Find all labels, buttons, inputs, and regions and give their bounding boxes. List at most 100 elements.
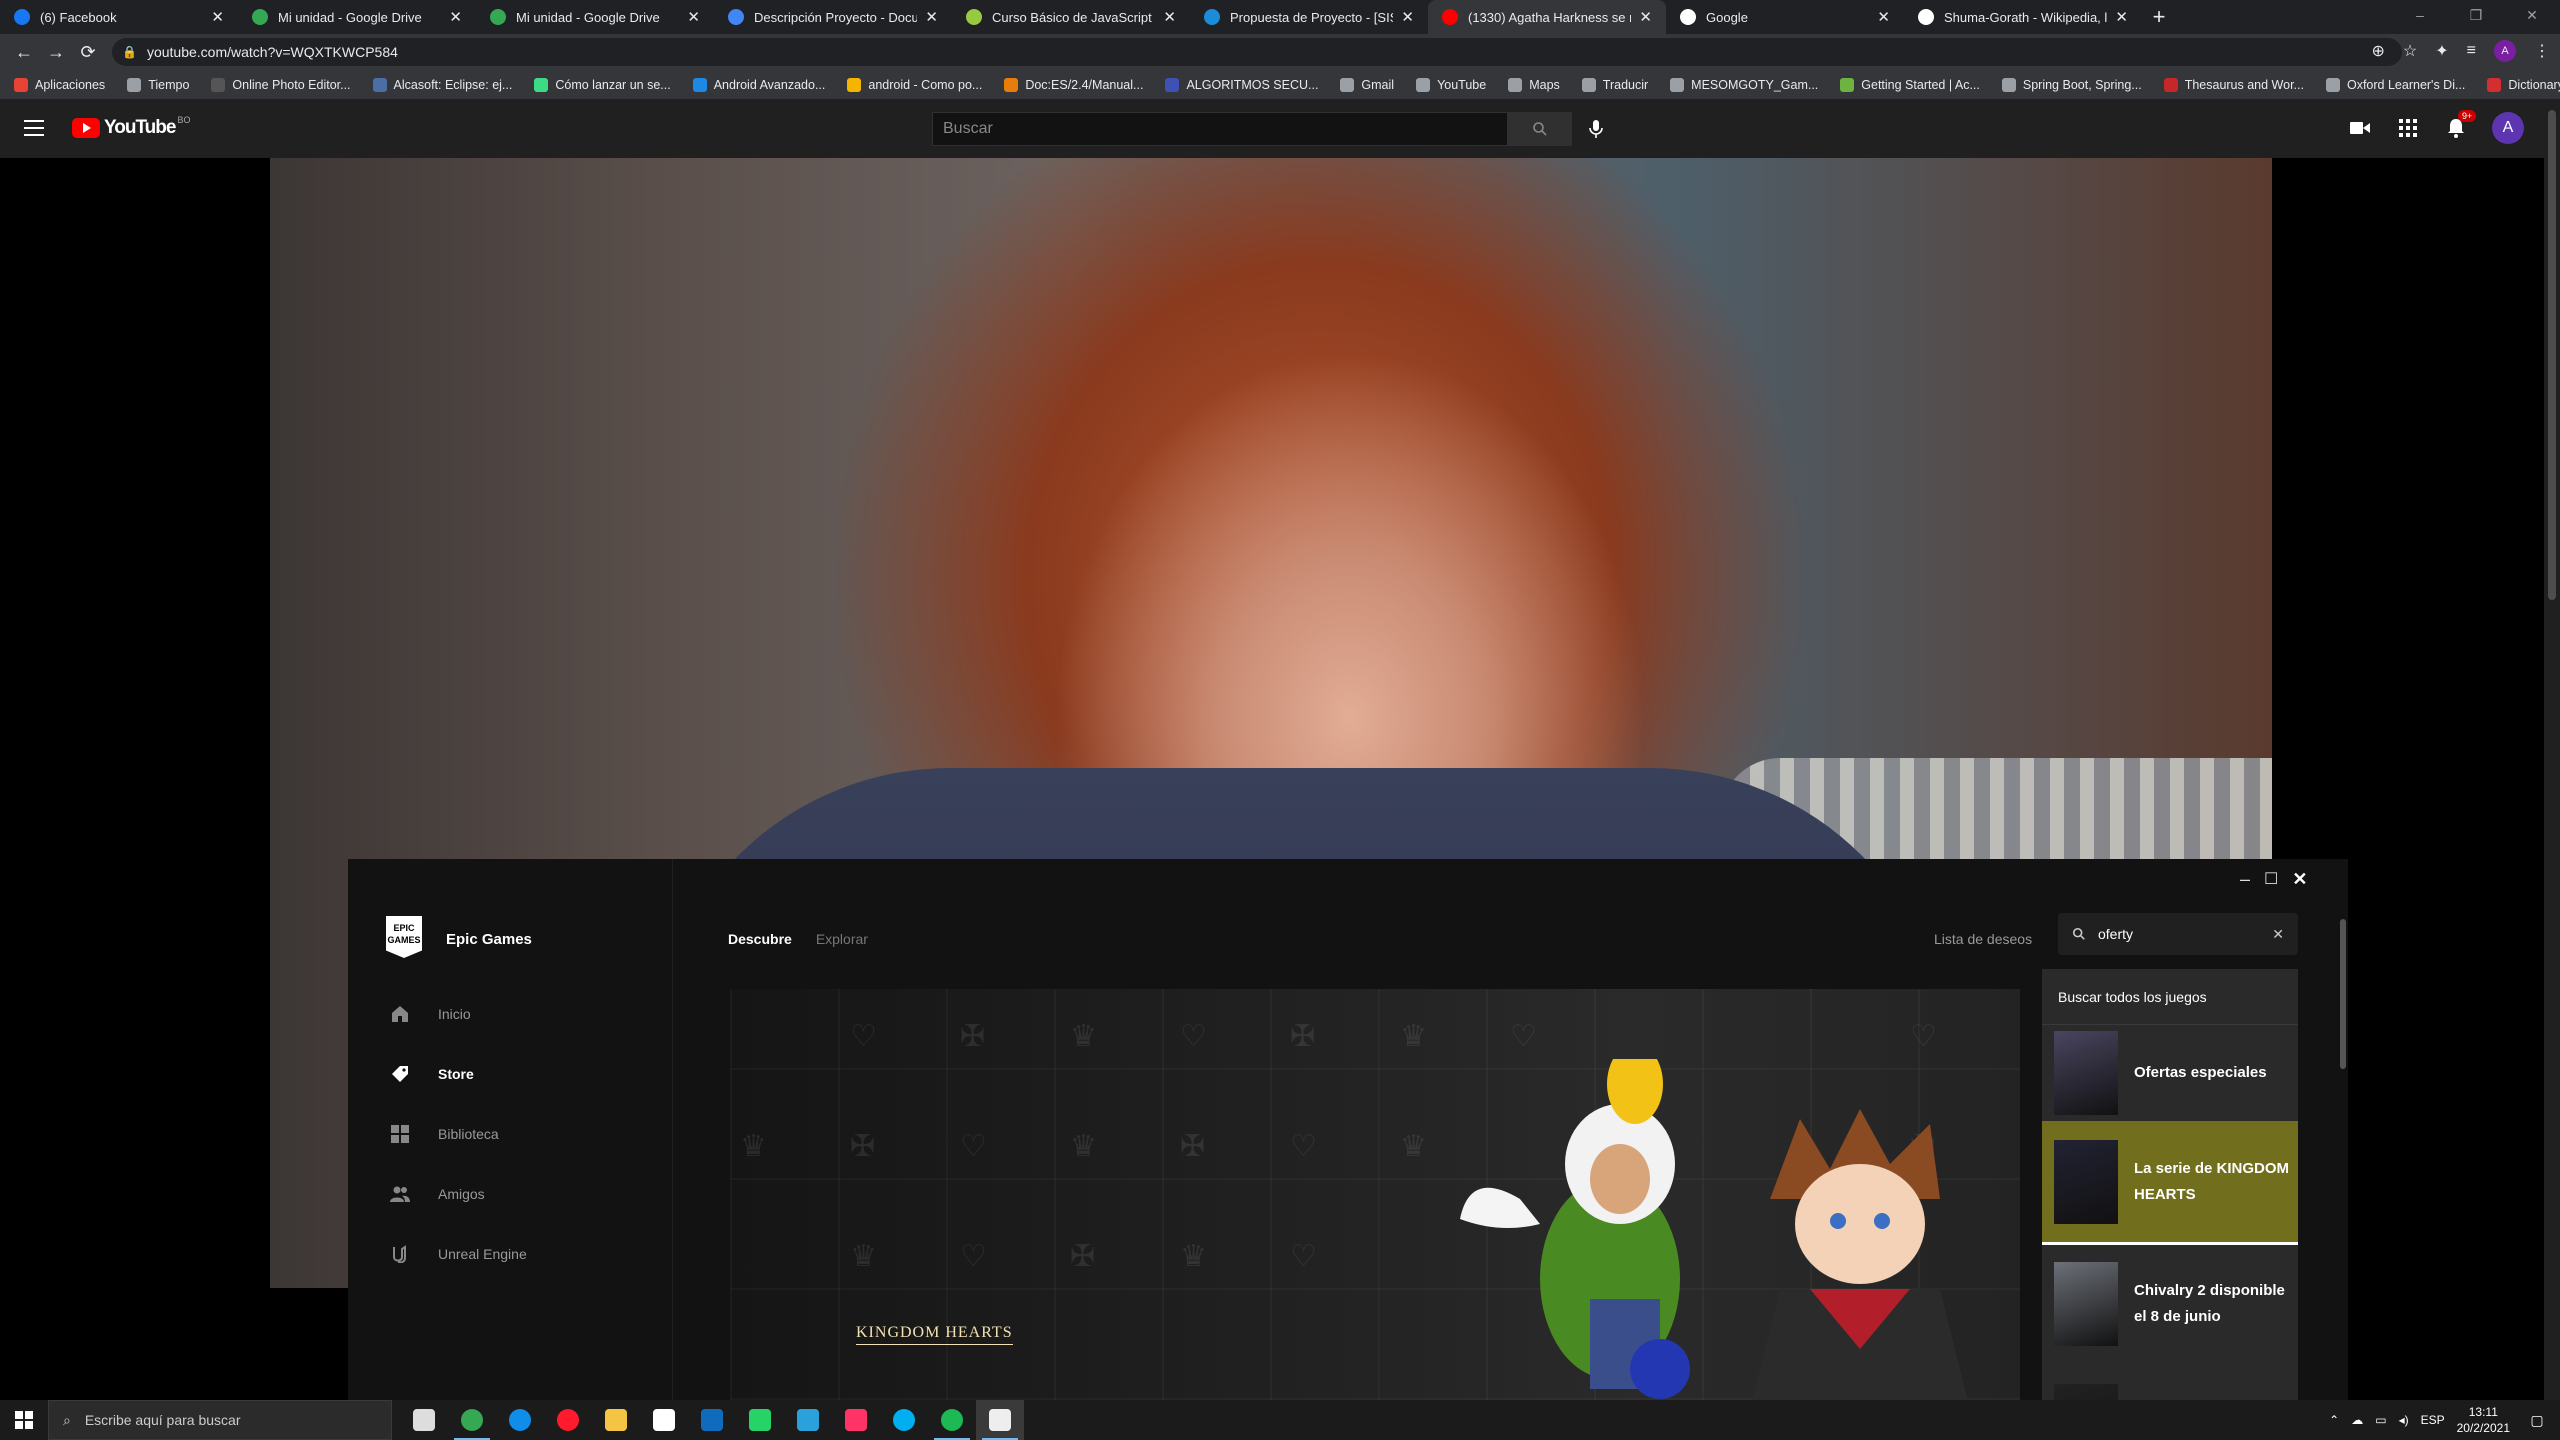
bookmark-item[interactable]: Alcasoft: Eclipse: ej... xyxy=(372,77,512,92)
reload-icon[interactable]: ⟳ xyxy=(72,42,104,63)
create-video-icon[interactable] xyxy=(2348,116,2372,140)
close-tab-icon[interactable]: ✕ xyxy=(1877,8,1890,26)
browser-tab[interactable]: (1330) Agatha Harkness se re ✕ xyxy=(1428,0,1666,34)
browser-tab[interactable]: Google ✕ xyxy=(1666,0,1904,34)
epic-nav-inicio[interactable]: Inicio xyxy=(390,1004,471,1024)
close-tab-icon[interactable]: ✕ xyxy=(925,8,938,26)
media-control-icon[interactable]: ≡ xyxy=(2467,42,2476,60)
bookmark-item[interactable]: Doc:ES/2.4/Manual... xyxy=(1004,77,1143,92)
epic-nav-amigos[interactable]: Amigos xyxy=(390,1184,485,1204)
browser-tab[interactable]: Mi unidad - Google Drive ✕ xyxy=(238,0,476,34)
language-indicator[interactable]: ESP xyxy=(2421,1413,2445,1427)
taskbar-app-opera[interactable] xyxy=(544,1400,592,1440)
apps-grid-icon[interactable] xyxy=(2396,116,2420,140)
wishlist-link[interactable]: Lista de deseos xyxy=(1934,931,2032,947)
bookmark-item[interactable]: Gmail xyxy=(1340,77,1394,92)
taskbar-app-epic[interactable] xyxy=(976,1400,1024,1440)
show-hidden-icons-icon[interactable]: ⌃ xyxy=(2329,1413,2339,1427)
taskbar-app-discord[interactable] xyxy=(832,1400,880,1440)
microphone-icon[interactable] xyxy=(1584,117,1608,141)
taskbar-app-mail[interactable] xyxy=(688,1400,736,1440)
bookmark-item[interactable]: Maps xyxy=(1508,77,1560,92)
start-button[interactable] xyxy=(0,1411,48,1429)
kingdom-hearts-banner[interactable]: ♡ ✠ ♛ ♡ ✠ ♛ ♡ ♛ ✠ ♡ ♛ ✠ ♡ ♛ ♛ ♡ ✠ ♛ ♡ ♡ … xyxy=(730,989,2020,1400)
epic-search-input[interactable]: oferty ✕ xyxy=(2058,913,2298,955)
close-tab-icon[interactable]: ✕ xyxy=(1401,8,1414,26)
bookmark-item[interactable]: Android Avanzado... xyxy=(692,77,825,92)
bookmark-item[interactable]: Traducir xyxy=(1581,77,1648,92)
epic-scrollbar[interactable] xyxy=(2340,889,2346,1400)
close-icon[interactable]: ✕ xyxy=(2292,869,2307,890)
tab-descubre[interactable]: Descubre xyxy=(728,931,792,947)
close-tab-icon[interactable]: ✕ xyxy=(211,8,224,26)
bookmark-item[interactable]: Getting Started | Ac... xyxy=(1840,77,1980,92)
page-scrollbar[interactable] xyxy=(2544,100,2560,1410)
close-tab-icon[interactable]: ✕ xyxy=(1639,8,1652,26)
hamburger-menu-icon[interactable] xyxy=(24,120,44,141)
taskbar-app-chrome[interactable] xyxy=(448,1400,496,1440)
bookmark-item[interactable]: Oxford Learner's Di... xyxy=(2325,77,2465,92)
bookmark-item[interactable]: Thesaurus and Wor... xyxy=(2163,77,2304,92)
browser-tab[interactable]: Curso Básico de JavaScript ✕ xyxy=(952,0,1190,34)
bookmark-item[interactable]: ALGORITMOS SECU... xyxy=(1165,77,1318,92)
taskbar-search-input[interactable]: ⌕ Escribe aquí para buscar xyxy=(48,1400,392,1440)
taskbar-app-spotify[interactable] xyxy=(928,1400,976,1440)
search-all-games[interactable]: Buscar todos los juegos xyxy=(2042,969,2298,1025)
bookmark-item[interactable]: Tiempo xyxy=(127,77,189,92)
bookmark-item[interactable]: Spring Boot, Spring... xyxy=(2001,77,2142,92)
close-tab-icon[interactable]: ✕ xyxy=(1163,8,1176,26)
bookmark-item[interactable]: android - Como po... xyxy=(847,77,982,92)
search-result-item[interactable]: Chivalry 2 disponible el 8 de junio xyxy=(2042,1243,2298,1365)
forward-icon[interactable]: → xyxy=(40,42,72,63)
taskbar-app-edge[interactable] xyxy=(496,1400,544,1440)
bookmark-item[interactable]: Aplicaciones xyxy=(14,77,105,92)
bookmark-item[interactable]: Cómo lanzar un se... xyxy=(534,77,671,92)
epic-nav-store[interactable]: Store xyxy=(390,1064,474,1084)
search-result-item[interactable]: Ofertas especiales xyxy=(2042,1025,2298,1121)
taskbar-app-whatsapp[interactable] xyxy=(736,1400,784,1440)
epic-scrollbar-thumb[interactable] xyxy=(2340,919,2346,1069)
epic-logo[interactable]: EPIC GAMES xyxy=(386,916,422,958)
youtube-search-input[interactable]: Buscar xyxy=(932,112,1508,146)
page-scrollbar-thumb[interactable] xyxy=(2548,110,2556,600)
search-result-item[interactable]: La serie de KINGDOM HEARTS xyxy=(2042,1121,2298,1245)
onedrive-icon[interactable]: ☁ xyxy=(2351,1413,2363,1427)
close-tab-icon[interactable]: ✕ xyxy=(687,8,700,26)
bookmark-item[interactable]: MESOMGOTY_Gam... xyxy=(1670,77,1818,92)
back-icon[interactable]: ← xyxy=(8,42,40,63)
install-app-icon[interactable]: ⊕ xyxy=(2372,41,2385,61)
network-icon[interactable]: ▭ xyxy=(2375,1413,2386,1427)
browser-tab[interactable]: Descripción Proyecto - Documen ✕ xyxy=(714,0,952,34)
clear-search-icon[interactable]: ✕ xyxy=(2272,926,2284,943)
action-center-icon[interactable]: ▢ xyxy=(2522,1400,2552,1440)
address-bar[interactable]: 🔒 youtube.com/watch?v=WQXTKWCP584 xyxy=(112,38,2402,66)
youtube-account-avatar[interactable]: A xyxy=(2492,112,2524,144)
youtube-search-button[interactable] xyxy=(1508,112,1572,146)
browser-tab[interactable]: (6) Facebook ✕ xyxy=(0,0,238,34)
browser-tab[interactable]: Shuma-Gorath - Wikipedia, la en ✕ xyxy=(1904,0,2142,34)
taskbar-app-store[interactable] xyxy=(640,1400,688,1440)
epic-nav-unreal-engine[interactable]: Unreal Engine xyxy=(390,1244,527,1264)
browser-menu-icon[interactable]: ⋮ xyxy=(2534,41,2550,61)
taskbar-app-skype[interactable] xyxy=(880,1400,928,1440)
bookmark-item[interactable]: Online Photo Editor... xyxy=(211,77,351,92)
new-tab-button[interactable]: + xyxy=(2142,0,2176,34)
bookmark-item[interactable]: YouTube xyxy=(1416,77,1486,92)
restore-icon[interactable]: ❐ xyxy=(2448,0,2504,34)
notifications-bell-icon[interactable]: 9+ xyxy=(2444,110,2477,140)
tab-explorar[interactable]: Explorar xyxy=(816,931,868,947)
extensions-icon[interactable]: ✦ xyxy=(2435,41,2448,61)
browser-profile-avatar[interactable]: A xyxy=(2494,40,2516,62)
close-icon[interactable]: ✕ xyxy=(2504,0,2560,34)
close-tab-icon[interactable]: ✕ xyxy=(449,8,462,26)
maximize-icon[interactable]: ☐ xyxy=(2264,869,2278,889)
browser-tab[interactable]: Propuesta de Proyecto - [SIS-32 ✕ xyxy=(1190,0,1428,34)
clock[interactable]: 13:11 20/2/2021 xyxy=(2457,1404,2510,1436)
epic-nav-biblioteca[interactable]: Biblioteca xyxy=(390,1124,499,1144)
taskbar-app-telegram[interactable] xyxy=(784,1400,832,1440)
search-result-item[interactable]: HITMAN 3, xyxy=(2042,1365,2298,1400)
bookmark-item[interactable]: Dictionary by Merri... xyxy=(2487,77,2560,92)
browser-tab[interactable]: Mi unidad - Google Drive ✕ xyxy=(476,0,714,34)
minimize-icon[interactable]: – xyxy=(2240,869,2250,890)
youtube-logo[interactable]: YouTube BO xyxy=(72,115,190,139)
